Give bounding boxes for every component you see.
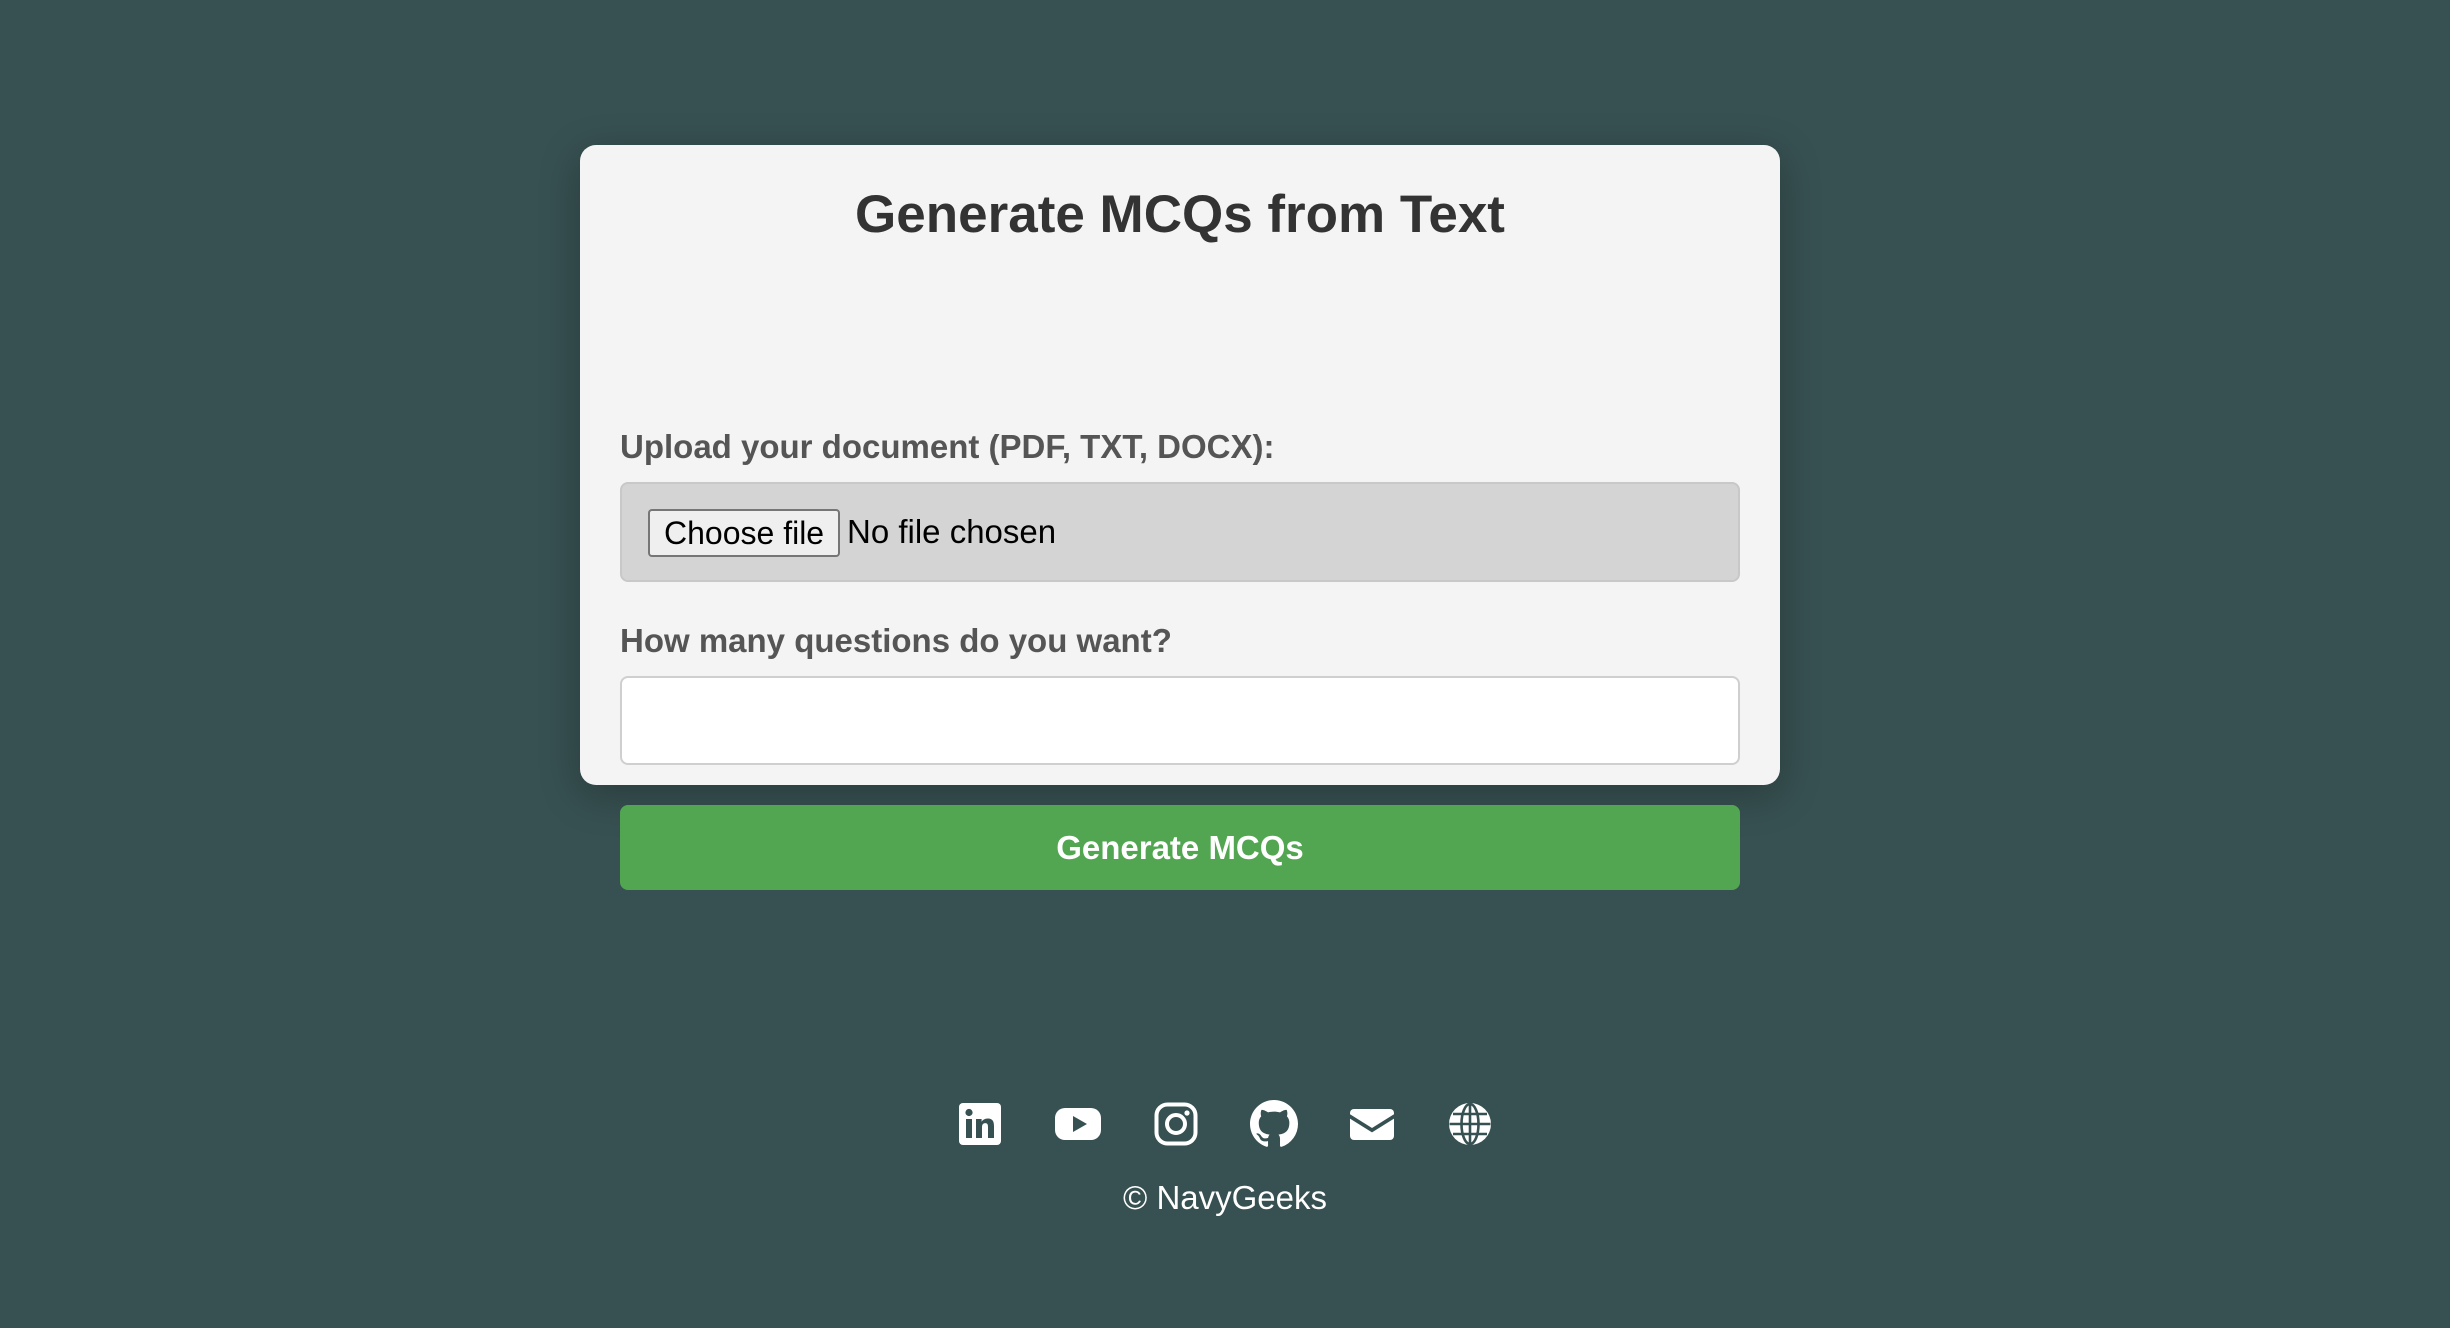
file-upload-field[interactable]: Choose file No file chosen (620, 482, 1740, 582)
question-count-input[interactable] (620, 676, 1740, 765)
copyright-text: © NavyGeeks (1122, 1179, 1328, 1216)
choose-file-button[interactable]: Choose file (648, 509, 841, 557)
globe-icon[interactable] (1446, 1100, 1494, 1148)
footer: © NavyGeeks (0, 1100, 2450, 1218)
instagram-icon[interactable] (1152, 1100, 1200, 1148)
page-title: Generate MCQs from Text (855, 185, 1505, 244)
email-icon[interactable] (1348, 1100, 1396, 1148)
question-count-label: How many questions do you want? (620, 622, 1172, 659)
generate-mcqs-button[interactable]: Generate MCQs (620, 805, 1740, 890)
linkedin-icon[interactable] (956, 1100, 1004, 1148)
social-links (0, 1100, 2450, 1148)
file-status-text: No file chosen (847, 513, 1057, 550)
youtube-icon[interactable] (1054, 1100, 1102, 1148)
mcq-form-card: Generate MCQs from Text Upload your docu… (580, 145, 1780, 890)
github-icon[interactable] (1250, 1100, 1298, 1148)
upload-label: Upload your document (PDF, TXT, DOCX): (620, 428, 1275, 465)
